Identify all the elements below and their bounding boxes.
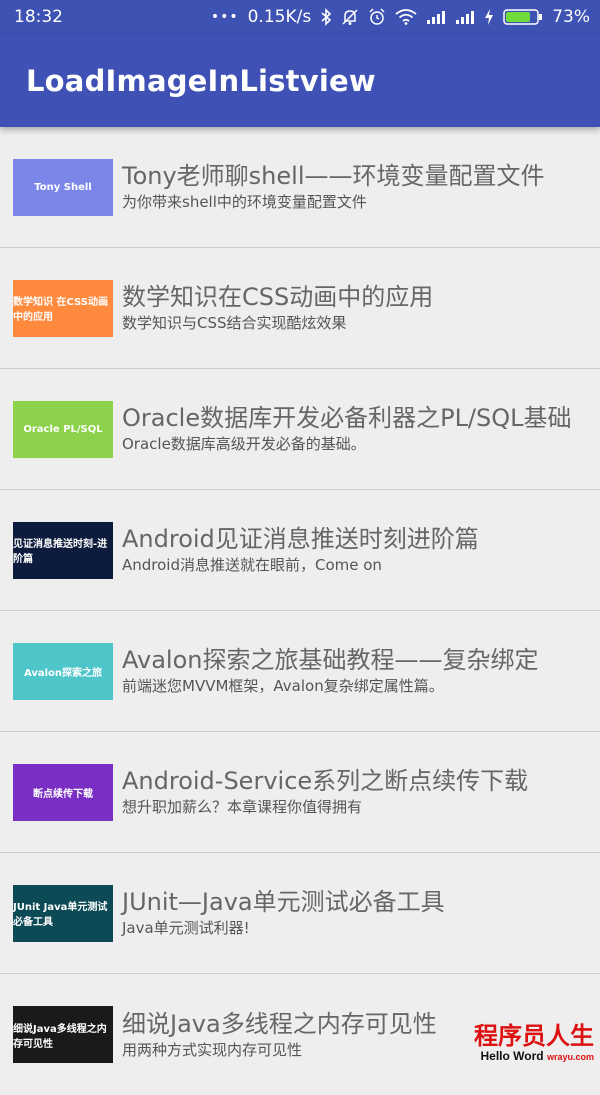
watermark-subtitle: Hello Word wrayu.com: [480, 1049, 595, 1063]
list-item-subtitle: Android消息推送就在眼前，Come on: [122, 556, 382, 574]
thumbnail-caption: 细说Java多线程之内存可见性: [13, 1023, 107, 1050]
course-thumbnail: 见证消息推送时刻-进阶篇: [13, 521, 113, 579]
thumbnail-caption: Avalon探索之旅: [23, 667, 103, 679]
course-thumbnail: JUnit Java单元测试必备工具: [13, 884, 113, 942]
status-icons: ••• 0.15K/s 73%: [211, 7, 590, 27]
status-time: 18:32: [14, 7, 63, 27]
thumbnail-caption: 数学知识 在CSS动画中的应用: [13, 297, 108, 323]
course-thumbnail: Tony Shell: [13, 158, 113, 216]
list-item-subtitle: 为你带来shell中的环境变量配置文件: [122, 193, 367, 211]
list-item-title: Oracle数据库开发必备利器之PL/SQL基础: [122, 404, 572, 432]
course-list[interactable]: Tony Shell Tony老师聊shell——环境变量配置文件 为你带来sh…: [0, 127, 600, 1067]
list-item-subtitle: Oracle数据库高级开发必备的基础。: [122, 435, 366, 453]
list-item-title: Tony老师聊shell——环境变量配置文件: [122, 162, 545, 190]
list-item[interactable]: 断点续传下载 Android-Service系列之断点续传下载 想升职加薪么？本…: [0, 732, 600, 853]
mute-bell-icon: [341, 8, 359, 26]
list-item-title: JUnit—Java单元测试必备工具: [122, 888, 445, 916]
list-item-title: Android-Service系列之断点续传下载: [122, 767, 529, 795]
alarm-icon: [368, 8, 386, 26]
list-item[interactable]: 见证消息推送时刻-进阶篇 Android见证消息推送时刻进阶篇 Android消…: [0, 490, 600, 611]
charging-icon: [484, 8, 494, 26]
app-bar: LoadImageInListview: [0, 34, 600, 127]
signal-icon-1: [426, 9, 446, 25]
watermark-title: 程序员人生: [474, 1021, 594, 1050]
thumbnail-caption: JUnit Java单元测试必备工具: [13, 902, 108, 928]
list-item-title: 数学知识在CSS动画中的应用: [122, 283, 434, 311]
list-item-title: Android见证消息推送时刻进阶篇: [122, 525, 479, 553]
list-item[interactable]: Tony Shell Tony老师聊shell——环境变量配置文件 为你带来sh…: [0, 127, 600, 248]
course-thumbnail: 断点续传下载: [13, 763, 113, 821]
thumbnail-caption: 断点续传下载: [33, 788, 93, 800]
list-item[interactable]: Avalon探索之旅 Avalon探索之旅基础教程——复杂绑定 前端迷您MVVM…: [0, 611, 600, 732]
course-thumbnail: 数学知识 在CSS动画中的应用: [13, 279, 113, 337]
status-bar: 18:32 ••• 0.15K/s 73%: [0, 0, 600, 34]
list-item-subtitle: 用两种方式实现内存可见性: [122, 1040, 303, 1059]
network-speed: 0.15K/s: [247, 7, 312, 27]
course-thumbnail: 细说Java多线程之内存可见性: [13, 1006, 113, 1063]
list-item[interactable]: 数学知识 在CSS动画中的应用 数学知识在CSS动画中的应用 数学知识与CSS结…: [0, 248, 600, 369]
thumbnail-caption: Oracle PL/SQL: [23, 423, 103, 435]
signal-icon-2: [455, 9, 475, 25]
thumbnail-caption: 见证消息推送时刻-进阶篇: [13, 539, 108, 565]
app-title: LoadImageInListview: [26, 63, 376, 98]
battery-percent: 73%: [552, 7, 590, 27]
list-item-title: Avalon探索之旅基础教程——复杂绑定: [122, 646, 539, 674]
site-watermark: 程序员人生 Hello Word wrayu.com: [474, 1021, 595, 1064]
list-item-title: 细说Java多线程之内存可见性: [122, 1009, 437, 1038]
battery-icon: [503, 8, 543, 26]
list-item-subtitle: 数学知识与CSS结合实现酷炫效果: [122, 314, 347, 332]
list-item-subtitle: 前端迷您MVVM框架，Avalon复杂绑定属性篇。: [122, 677, 444, 695]
thumbnail-caption: Tony Shell: [34, 181, 92, 193]
bluetooth-icon: [320, 8, 332, 26]
wifi-icon: [395, 9, 417, 25]
list-item[interactable]: JUnit Java单元测试必备工具 JUnit—Java单元测试必备工具 Ja…: [0, 853, 600, 974]
course-thumbnail: Avalon探索之旅: [13, 642, 113, 700]
course-thumbnail: Oracle PL/SQL: [13, 400, 113, 458]
list-item-subtitle: Java单元测试利器!: [122, 919, 250, 937]
list-item[interactable]: Oracle PL/SQL Oracle数据库开发必备利器之PL/SQL基础 O…: [0, 369, 600, 490]
more-dots-icon: •••: [210, 9, 239, 25]
list-item-subtitle: 想升职加薪么？本章课程你值得拥有: [122, 798, 363, 816]
